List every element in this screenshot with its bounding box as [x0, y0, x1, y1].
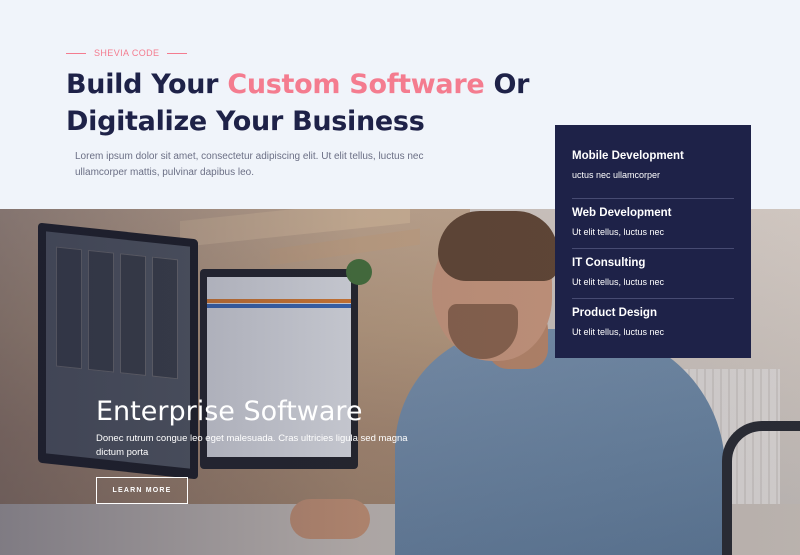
service-item[interactable]: IT Consulting Ut elit tellus, luctus nec — [572, 249, 734, 299]
service-title[interactable]: IT Consulting — [572, 256, 734, 271]
service-description: Ut elit tellus, luctus nec — [572, 327, 665, 337]
service-description: Ut elit tellus, luctus nec — [572, 227, 665, 237]
page-title: Build Your Custom Software Or Digitalize … — [66, 66, 536, 140]
eyebrow-label: SHEVIA CODE — [94, 48, 160, 58]
service-title[interactable]: Product Design — [572, 306, 734, 321]
service-description: Ut elit tellus, luctus nec — [572, 277, 665, 287]
hero-title: Enterprise Software — [96, 396, 363, 427]
hero-text: Donec rutrum congue leo eget malesuada. … — [96, 433, 408, 458]
service-item[interactable]: Web Development Ut elit tellus, luctus n… — [572, 199, 734, 249]
headline-part1: Build Your — [66, 69, 228, 100]
services-panel: Mobile Development uctus nec ullamcorper… — [555, 125, 751, 358]
eyebrow: SHEVIA CODE — [66, 48, 188, 58]
eyebrow-line-left — [66, 52, 86, 54]
service-item[interactable]: Mobile Development uctus nec ullamcorper — [572, 149, 734, 199]
service-title[interactable]: Web Development — [572, 206, 734, 221]
page: SHEVIA CODE Build Your Custom Software O… — [0, 0, 800, 555]
headline-part2: Or — [484, 69, 530, 100]
intro-paragraph: Lorem ipsum dolor sit amet, consectetur … — [75, 151, 424, 178]
headline-line2: Digitalize Your Business — [66, 106, 425, 137]
service-item[interactable]: Product Design Ut elit tellus, luctus ne… — [572, 299, 734, 349]
service-description: uctus nec ullamcorper — [572, 170, 661, 180]
learn-more-button[interactable]: LEARN MORE — [96, 477, 188, 504]
eyebrow-line-right — [167, 52, 188, 54]
service-title[interactable]: Mobile Development — [572, 149, 734, 164]
headline-accent: Custom Software — [227, 69, 485, 100]
